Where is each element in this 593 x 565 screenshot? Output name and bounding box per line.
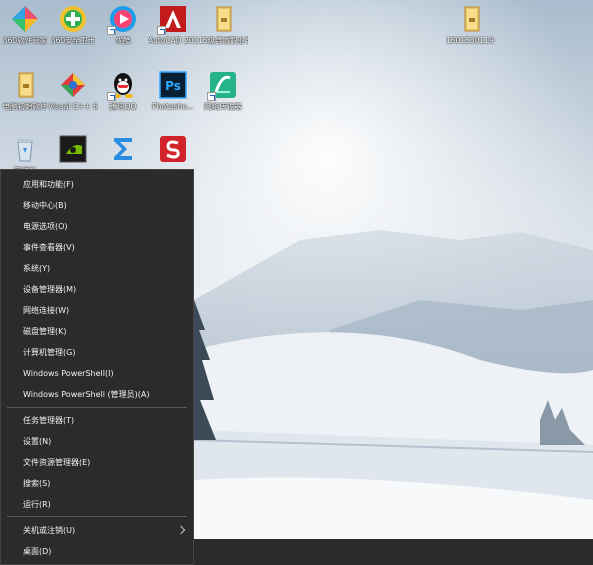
chevron-right-icon	[176, 525, 186, 535]
folder-icon	[456, 4, 486, 34]
nvidia-icon	[58, 134, 88, 164]
menu-item-disk-management[interactable]: 磁盘管理(K)	[1, 321, 194, 342]
360-software-manager-icon	[10, 4, 40, 34]
menu-item-mobility-center[interactable]: 移动中心(B)	[1, 195, 194, 216]
menu-item-settings[interactable]: 设置(N)	[1, 431, 194, 452]
menu-separator	[7, 407, 187, 408]
desktop-icon-label: 腾讯QQ	[109, 102, 137, 111]
recycle-bin-icon	[10, 134, 40, 164]
desktop-icon-label: 360软件管家	[2, 36, 48, 45]
menu-item-powershell[interactable]: Windows PowerShell(I)	[1, 363, 194, 384]
desktop-icon-qq[interactable]: 腾讯QQ	[98, 66, 148, 111]
youku-icon	[107, 4, 138, 35]
svg-text:Ps: Ps	[165, 79, 181, 93]
menu-item-apps-and-features[interactable]: 应用和功能(F)	[1, 174, 194, 195]
menu-item-network-connections[interactable]: 网络连接(W)	[1, 300, 194, 321]
360-security-guard-icon	[58, 4, 88, 34]
desktop-icon-initial-software[interactable]: 电脑初始软件	[0, 66, 50, 111]
winx-context-menu: 应用和功能(F) 移动中心(B) 电源选项(O) 事件查看器(V) 系统(Y) …	[0, 169, 194, 565]
menu-separator	[7, 516, 187, 517]
menu-item-desktop[interactable]: 桌面(D)	[1, 541, 194, 562]
desktop-icon-label: 电脑初始软件	[2, 102, 48, 111]
desktop-icon-nvidia[interactable]	[48, 130, 98, 166]
menu-item-power-options[interactable]: 电源选项(O)	[1, 216, 194, 237]
qq-icon	[107, 70, 138, 101]
taskbar[interactable]	[194, 539, 593, 565]
desktop-icon-label: Visual C++ 6.0	[48, 102, 98, 111]
menu-item-event-viewer[interactable]: 事件查看器(V)	[1, 237, 194, 258]
desktop-icon-sigma[interactable]	[98, 130, 148, 166]
desktop-icon-label: AutoCAD 2011 - S...	[148, 36, 198, 45]
sigma-icon	[108, 134, 138, 164]
network-transfer-icon	[207, 70, 238, 101]
desktop-icon-360-software-manager[interactable]: 360软件管家	[0, 0, 50, 45]
desktop-icon-label: 360安全卫士	[50, 36, 96, 45]
shortcut-arrow-icon	[107, 26, 116, 35]
menu-item-shutdown-or-sign-out[interactable]: 关机或注销(U)	[1, 520, 194, 541]
autocad-icon	[157, 4, 188, 35]
menu-item-search[interactable]: 搜索(S)	[1, 473, 194, 494]
menu-item-run[interactable]: 运行(R)	[1, 494, 194, 515]
desktop-icon-label: 15级县城职业学校	[198, 36, 248, 45]
desktop-icon-label: Photosho...	[152, 102, 194, 111]
desktop-icon-folder-school[interactable]: 15级县城职业学校	[198, 0, 248, 45]
desktop-icon-folder-student[interactable]: 1501530119 肖凤	[446, 0, 496, 45]
desktop-icon-label: 优酷	[115, 36, 131, 45]
desktop-icon-visual-cpp[interactable]: Visual C++ 6.0	[48, 66, 98, 111]
red-s-app-icon	[158, 134, 188, 164]
visual-cpp-icon	[58, 70, 88, 100]
menu-item-file-explorer[interactable]: 文件资源管理器(E)	[1, 452, 194, 473]
desktop-icon-360-security-guard[interactable]: 360安全卫士	[48, 0, 98, 45]
desktop-icon-autocad[interactable]: AutoCAD 2011 - S...	[148, 0, 198, 45]
desktop-icon-network-transfer[interactable]: 网络传输器	[198, 66, 248, 111]
folder-icon	[208, 4, 238, 34]
menu-item-label: 关机或注销(U)	[23, 526, 76, 535]
desktop-icon-label: 1501530119 肖凤	[446, 36, 496, 45]
shortcut-arrow-icon	[107, 92, 116, 101]
desktop-icon-red-s-app[interactable]	[148, 130, 198, 166]
photoshop-icon: Ps	[158, 70, 188, 100]
desktop-icon-label: 网络传输器	[204, 102, 242, 111]
menu-item-powershell-admin[interactable]: Windows PowerShell (管理员)(A)	[1, 384, 194, 405]
menu-item-task-manager[interactable]: 任务管理器(T)	[1, 410, 194, 431]
desktop-icon-photoshop[interactable]: Ps Photosho...	[148, 66, 198, 111]
shortcut-arrow-icon	[207, 92, 216, 101]
menu-item-system[interactable]: 系统(Y)	[1, 258, 194, 279]
menu-item-computer-management[interactable]: 计算机管理(G)	[1, 342, 194, 363]
shortcut-arrow-icon	[157, 26, 166, 35]
menu-item-device-manager[interactable]: 设备管理器(M)	[1, 279, 194, 300]
desktop-icon-youku[interactable]: 优酷	[98, 0, 148, 45]
folder-icon	[10, 70, 40, 100]
